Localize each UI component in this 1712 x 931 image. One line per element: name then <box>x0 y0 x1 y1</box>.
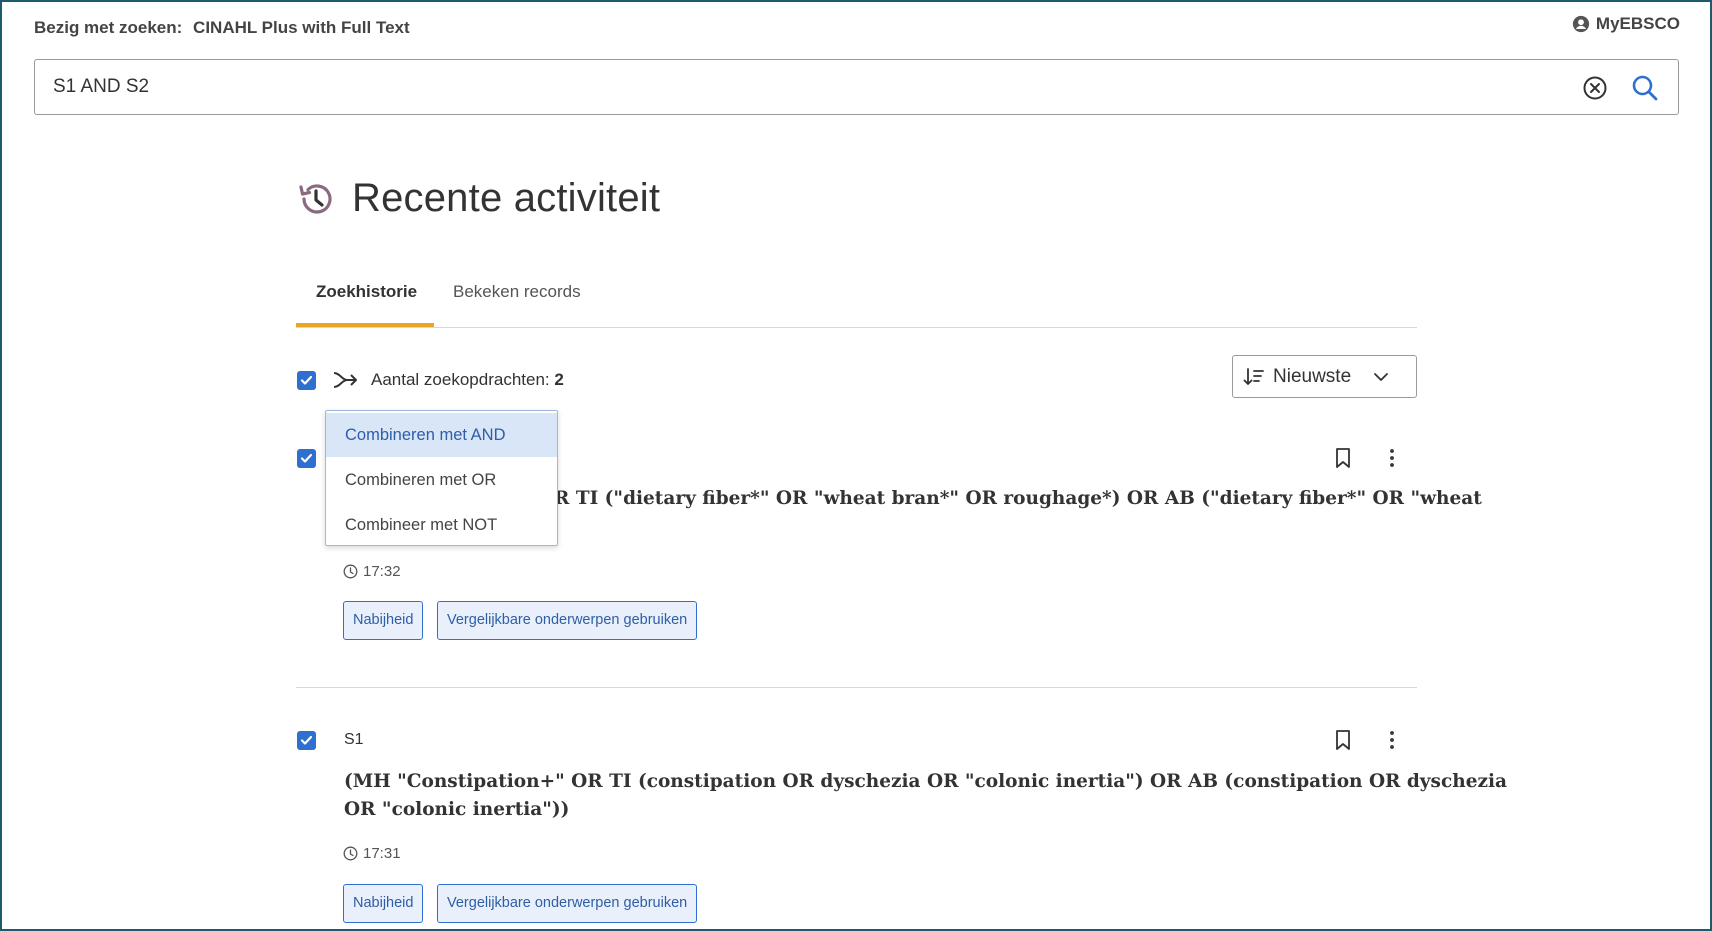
myebsco-link[interactable]: MyEBSCO <box>1572 14 1680 34</box>
history-query-text[interactable]: R TI ("dietary fiber*" OR "wheat bran*" … <box>554 485 1482 513</box>
clock-icon <box>343 846 358 861</box>
query-line: (MH "Constipation+" OR TI (constipation … <box>344 771 1507 792</box>
history-time: 17:32 <box>343 563 401 580</box>
time-value: 17:32 <box>363 563 401 580</box>
search-icon[interactable] <box>1630 73 1660 103</box>
more-options-icon[interactable] <box>1381 728 1403 752</box>
search-input[interactable]: S1 AND S2 <box>34 59 1679 115</box>
more-options-icon[interactable] <box>1381 446 1403 470</box>
search-query-text[interactable]: S1 AND S2 <box>53 76 149 98</box>
combine-menu: Combineren met AND Combineren met OR Com… <box>325 410 558 546</box>
myebsco-label: MyEBSCO <box>1595 14 1680 33</box>
page-header: Recente activiteit <box>296 176 660 221</box>
sort-dropdown[interactable]: Nieuwste <box>1232 355 1417 398</box>
history-item-checkbox[interactable] <box>297 449 316 468</box>
search-context: Bezig met zoeken: CINAHL Plus with Full … <box>34 18 410 38</box>
menu-item-combine-or[interactable]: Combineren met OR <box>326 458 557 502</box>
bookmark-icon[interactable] <box>1332 446 1354 470</box>
proximity-button[interactable]: Nabijheid <box>343 601 424 640</box>
sort-label: Nieuwste <box>1273 366 1352 387</box>
chevron-down-icon <box>1374 373 1388 381</box>
user-circle-icon <box>1572 15 1590 33</box>
tab-zoekhistorie[interactable]: Zoekhistorie <box>316 282 417 302</box>
active-tab-indicator <box>296 323 434 327</box>
database-name: CINAHL Plus with Full Text <box>193 18 410 37</box>
search-count-value: 2 <box>554 370 564 389</box>
tab-bar: Zoekhistorie Bekeken records <box>296 270 1417 328</box>
query-line: OR "colonic inertia")) <box>344 799 570 820</box>
history-query-text[interactable]: (MH "Constipation+" OR TI (constipation … <box>344 768 1507 824</box>
checkmark-icon <box>300 735 313 745</box>
searching-label: Bezig met zoeken: <box>34 18 183 37</box>
combine-icon[interactable] <box>332 368 358 392</box>
select-all-checkbox[interactable] <box>297 371 316 390</box>
similar-subjects-button[interactable]: Vergelijkbare onderwerpen gebruiken <box>437 884 698 923</box>
history-time: 17:31 <box>343 845 401 862</box>
search-count-label: Aantal zoekopdrachten: <box>371 370 550 389</box>
similar-subjects-button[interactable]: Vergelijkbare onderwerpen gebruiken <box>437 601 698 640</box>
checkmark-icon <box>300 453 313 463</box>
time-value: 17:31 <box>363 845 401 862</box>
item-divider <box>296 687 1417 688</box>
proximity-button[interactable]: Nabijheid <box>343 884 424 923</box>
history-id: S1 <box>344 731 364 748</box>
checkmark-icon <box>300 375 313 385</box>
history-item-checkbox[interactable] <box>297 731 316 750</box>
page-title: Recente activiteit <box>352 176 661 220</box>
bookmark-icon[interactable] <box>1332 728 1354 752</box>
clear-icon[interactable] <box>1582 75 1608 101</box>
clock-icon <box>343 564 358 579</box>
menu-item-combine-not[interactable]: Combineer met NOT <box>326 503 557 547</box>
menu-item-combine-and[interactable]: Combineren met AND <box>326 413 557 457</box>
tab-bekeken-records[interactable]: Bekeken records <box>453 282 581 302</box>
search-count: Aantal zoekopdrachten: 2 <box>371 370 564 390</box>
sort-icon <box>1243 368 1264 385</box>
history-icon <box>299 183 332 214</box>
